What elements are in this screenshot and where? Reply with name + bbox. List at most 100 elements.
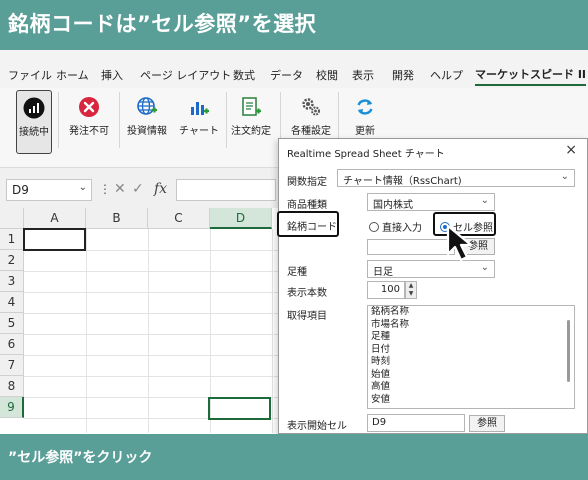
- insert-function-button[interactable]: fx: [154, 181, 167, 197]
- row-header-9[interactable]: 9: [0, 397, 24, 418]
- tab-formulas[interactable]: 数式: [233, 67, 255, 83]
- select-all-corner[interactable]: [0, 208, 24, 229]
- tab-marketspeed[interactable]: マーケットスピード II: [475, 66, 587, 86]
- start-cell-input[interactable]: D9: [367, 414, 465, 432]
- refresh-label: 更新: [355, 126, 375, 137]
- order-disabled-button[interactable]: 発注不可: [60, 90, 118, 152]
- row-header-4[interactable]: 4: [0, 292, 24, 313]
- investment-info-button[interactable]: 投資情報: [118, 90, 176, 152]
- tab-file[interactable]: ファイル: [8, 67, 52, 83]
- tab-data[interactable]: データ: [270, 67, 303, 83]
- formula-input[interactable]: [176, 179, 276, 201]
- close-icon[interactable]: ×: [565, 142, 577, 158]
- refresh-icon: [357, 99, 373, 115]
- orders-executions-label: 注文約定: [231, 126, 271, 137]
- count-value: 100: [380, 284, 400, 295]
- function-value: チャート情報（RssChart): [343, 176, 462, 187]
- function-select[interactable]: チャート情報（RssChart) ⌄: [337, 169, 575, 187]
- row-header-3[interactable]: 3: [0, 271, 24, 292]
- start-cell-value: D9: [372, 417, 387, 428]
- grid-line: [24, 334, 280, 335]
- column-header-b[interactable]: B: [86, 208, 148, 229]
- grid-line: [24, 292, 280, 293]
- name-box-value: D9: [12, 183, 29, 197]
- row-header-6[interactable]: 6: [0, 334, 24, 355]
- grid-line: [148, 229, 149, 433]
- column-header-d[interactable]: D: [210, 208, 272, 229]
- tab-insert[interactable]: 挿入: [101, 67, 123, 83]
- list-item[interactable]: 安値: [368, 394, 574, 407]
- row-header-2[interactable]: 2: [0, 250, 24, 271]
- grid-line: [86, 229, 87, 433]
- gear-icon: [302, 98, 320, 116]
- items-listbox[interactable]: 銘柄名称 市場名称 足種 日付 時刻 始値 高値 安値: [367, 305, 575, 409]
- orders-executions-button[interactable]: 注文約定: [222, 90, 280, 152]
- cancel-icon[interactable]: ✕: [114, 181, 126, 197]
- grid-line: [24, 271, 280, 272]
- start-cell-ref-button[interactable]: 参照: [469, 415, 505, 432]
- list-item[interactable]: 時刻: [368, 356, 574, 369]
- document-add-icon: [242, 97, 261, 116]
- foot-label: 足種: [287, 267, 307, 278]
- tab-page-layout[interactable]: ページ レイアウト: [140, 67, 231, 83]
- connected-button[interactable]: 接続中: [16, 90, 52, 154]
- start-cell-label: 表示開始セル: [287, 421, 347, 432]
- bottom-banner-text: ”セル参照”をクリック: [8, 450, 153, 466]
- listbox-scrollbar[interactable]: [567, 320, 570, 382]
- mouse-pointer-icon: [446, 224, 473, 262]
- chart-label: チャート: [179, 126, 219, 137]
- error-icon: [79, 97, 99, 117]
- bar-chart-icon: [191, 102, 209, 115]
- formula-controls: ✕ ✓ fx: [110, 179, 174, 201]
- count-stepper[interactable]: ▲ ▼: [405, 281, 417, 299]
- tab-review[interactable]: 校閲: [316, 67, 338, 83]
- bottom-banner: ”セル参照”をクリック: [0, 434, 588, 480]
- count-label: 表示本数: [287, 288, 327, 299]
- grid-line: [24, 376, 280, 377]
- list-item[interactable]: 日付: [368, 344, 574, 357]
- chevron-down-icon: ⌄: [480, 195, 489, 206]
- tab-home[interactable]: ホーム: [56, 67, 89, 83]
- row-header-8[interactable]: 8: [0, 376, 24, 397]
- radio-direct-label: 直接入力: [382, 223, 422, 234]
- row-header-7[interactable]: 7: [0, 355, 24, 376]
- foot-value: 日足: [373, 267, 393, 278]
- banner-title: 銘柄コードは”セル参照”を選択: [8, 12, 317, 36]
- row-header-5[interactable]: 5: [0, 313, 24, 334]
- chevron-down-icon[interactable]: ⌄: [79, 182, 87, 193]
- product-label: 商品種類: [287, 200, 327, 211]
- count-input[interactable]: 100: [367, 281, 405, 299]
- row-header-1[interactable]: 1: [0, 229, 24, 250]
- items-label: 取得項目: [287, 311, 327, 322]
- rss-chart-dialog: Realtime Spread Sheet チャート × 関数指定 チャート情報…: [277, 138, 588, 434]
- enter-icon[interactable]: ✓: [132, 181, 144, 197]
- product-select[interactable]: 国内株式 ⌄: [367, 193, 495, 211]
- settings-label: 各種設定: [291, 126, 331, 137]
- list-item[interactable]: 市場名称: [368, 319, 574, 332]
- tab-view[interactable]: 表示: [352, 67, 374, 83]
- tab-help[interactable]: ヘルプ: [430, 67, 463, 83]
- code-input[interactable]: [367, 239, 455, 255]
- list-item[interactable]: 足種: [368, 331, 574, 344]
- grid-line: [24, 313, 280, 314]
- chart-button[interactable]: チャート: [170, 90, 228, 152]
- column-header-a[interactable]: A: [24, 208, 86, 229]
- dialog-title: Realtime Spread Sheet チャート: [287, 149, 445, 160]
- function-label: 関数指定: [287, 177, 327, 188]
- product-value: 国内株式: [373, 200, 413, 211]
- name-box[interactable]: D9 ⌄: [6, 179, 92, 201]
- chevron-down-icon: ⌄: [560, 171, 569, 182]
- list-item[interactable]: 高値: [368, 381, 574, 394]
- column-header-c[interactable]: C: [148, 208, 210, 229]
- list-item[interactable]: 銘柄名称: [368, 306, 574, 319]
- active-cell-d9[interactable]: [208, 397, 271, 420]
- cell-a1[interactable]: [23, 228, 86, 251]
- list-item[interactable]: 始値: [368, 369, 574, 382]
- radio-direct-input[interactable]: 直接入力: [369, 219, 422, 234]
- radio-off-icon: [369, 222, 379, 232]
- signal-icon: [23, 97, 45, 119]
- code-label: 銘柄コード: [287, 222, 337, 233]
- ribbon-separator: [58, 92, 59, 148]
- order-disabled-label: 発注不可: [69, 126, 109, 137]
- tab-developer[interactable]: 開発: [392, 67, 414, 83]
